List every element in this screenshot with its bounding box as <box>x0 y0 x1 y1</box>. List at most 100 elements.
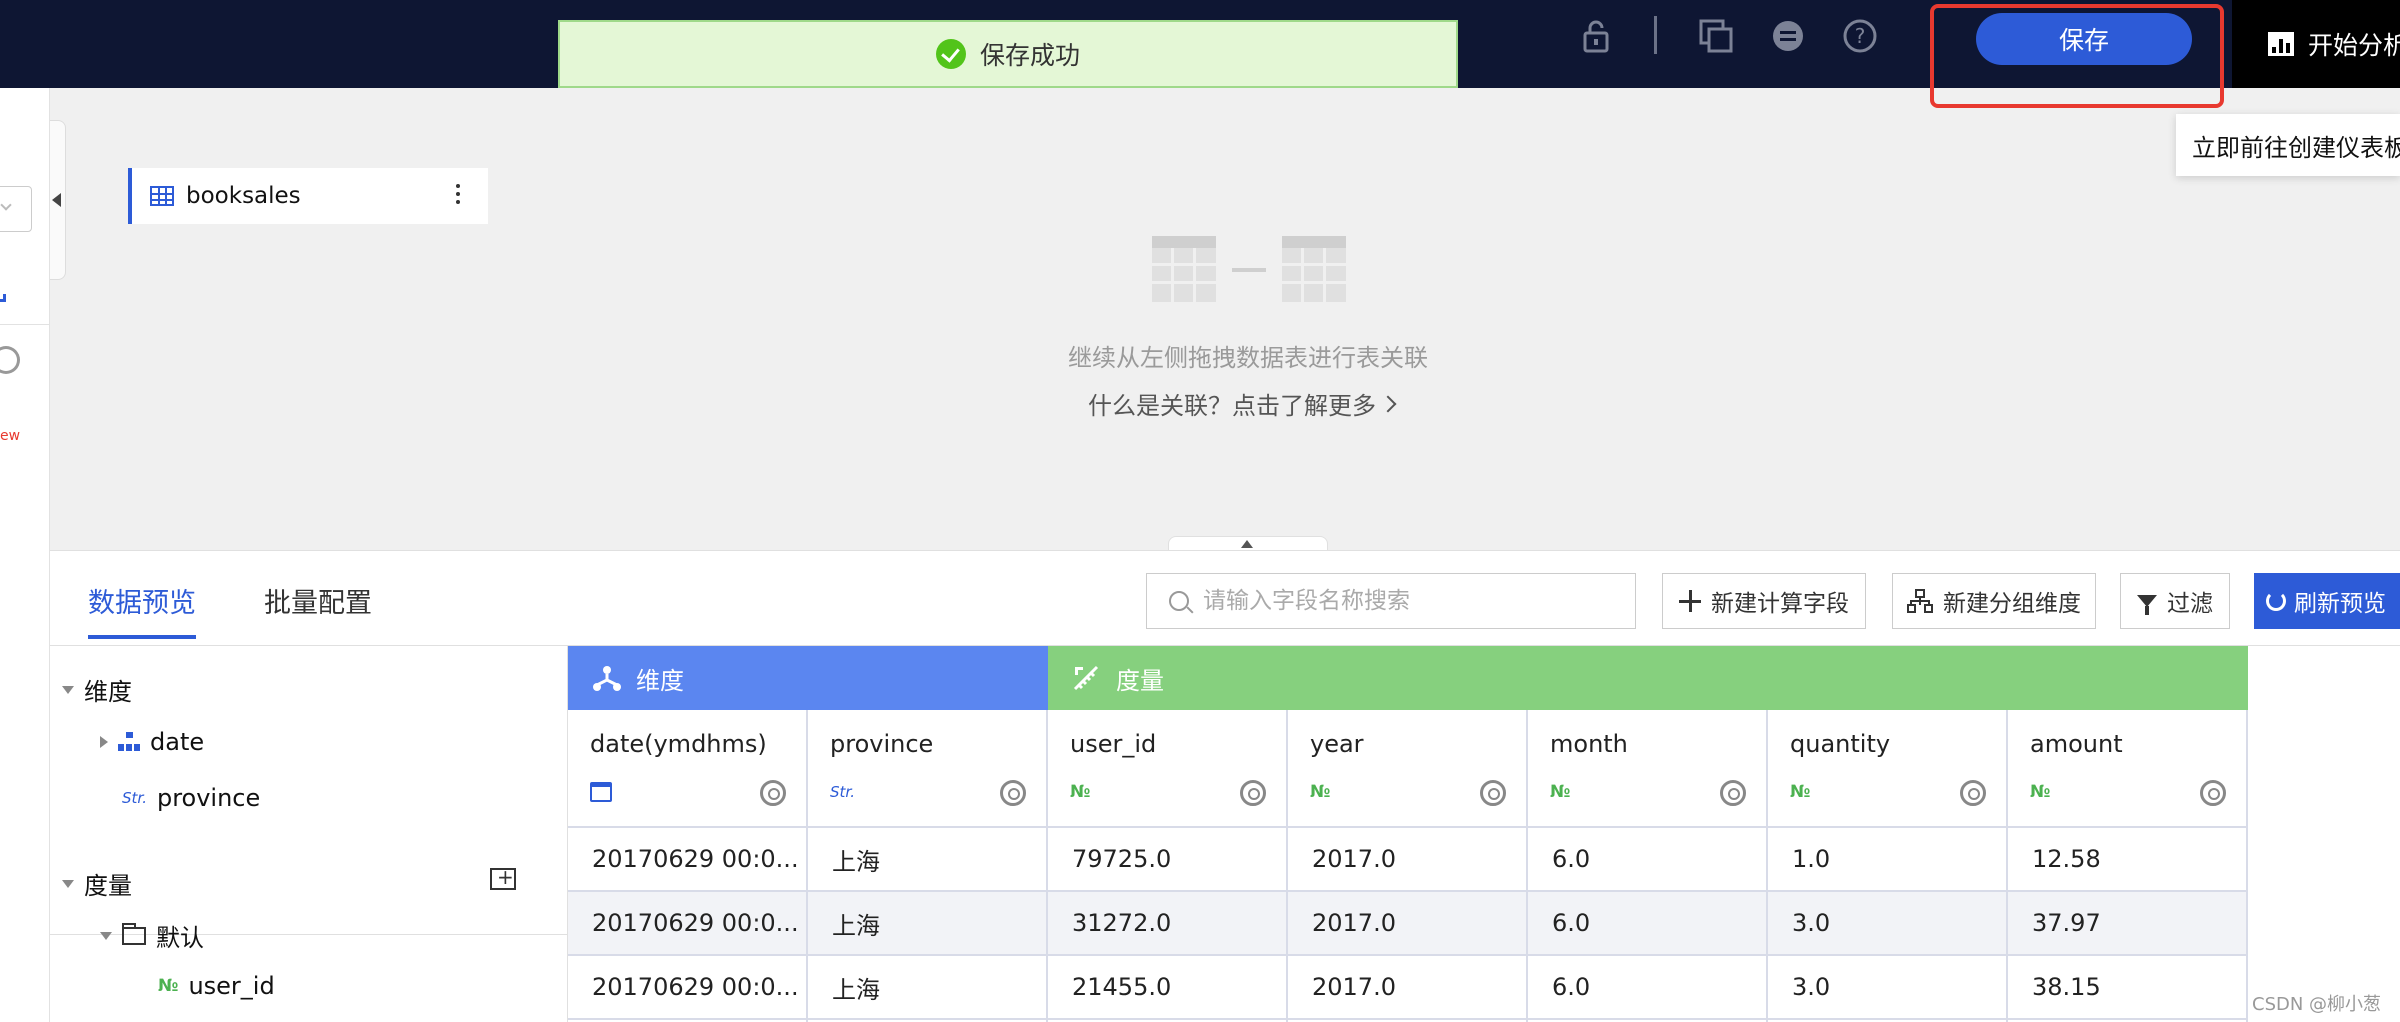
tree-item-user_id[interactable]: № user_id <box>158 972 275 1000</box>
table-cell: 上海 <box>808 828 1046 892</box>
column-header[interactable]: quantity № <box>1768 710 2006 828</box>
settings-icon[interactable] <box>1480 780 1506 806</box>
table-cell: 3.0 <box>1768 892 2006 956</box>
lock-icon[interactable] <box>1576 16 1616 56</box>
tree-item-label: province <box>156 784 261 812</box>
check-circle-icon <box>935 39 966 69</box>
filter-icon <box>2137 595 2157 615</box>
search-input[interactable] <box>1203 588 1603 614</box>
number-type-icon: № <box>158 976 179 996</box>
success-toast: 保存成功 <box>558 20 1458 88</box>
search-icon <box>1169 591 1189 611</box>
field-tree: 维度 date Str. province 度量 默认 № user_id <box>50 646 568 1022</box>
svg-text:?: ? <box>1855 24 1866 48</box>
refresh-icon[interactable] <box>0 346 20 374</box>
bar-chart-icon <box>2268 32 2294 56</box>
refresh-preview-button[interactable]: 刷新预览 <box>2254 573 2400 629</box>
column-name: amount <box>2030 730 2123 758</box>
tree-item-province[interactable]: Str. province <box>122 784 260 812</box>
table-cell: 20170629 00:0... <box>568 956 806 1020</box>
dataset-select[interactable] <box>0 186 32 232</box>
dimension-section-header[interactable]: 维度 <box>62 672 132 707</box>
new-calc-field-button[interactable]: 新建计算字段 <box>1662 573 1866 629</box>
start-analysis-button[interactable]: 开始分析 <box>2232 0 2400 88</box>
filter-label: 过滤 <box>2167 591 2213 617</box>
column-header[interactable]: date(ymdhms) <box>568 710 806 828</box>
settings-icon[interactable] <box>1240 780 1266 806</box>
copy-icon[interactable] <box>1696 16 1736 56</box>
tree-folder-default[interactable]: 默认 <box>100 918 204 953</box>
measure-section-header[interactable]: 度量 <box>62 866 132 901</box>
folder-label: 默认 <box>156 924 204 952</box>
add-folder-icon[interactable] <box>490 865 516 890</box>
grid-column: user_id № 79725.0 31272.0 21455.0 <box>1048 710 1288 1022</box>
column-header[interactable]: user_id № <box>1048 710 1286 828</box>
settings-icon[interactable] <box>1960 780 1986 806</box>
filter-button[interactable]: 过滤 <box>2120 573 2230 629</box>
data-preview-grid: 维度 度量 date(ymdhms) 20170629 00:0... 2017… <box>568 646 2248 1022</box>
column-header[interactable]: province Str. <box>808 710 1046 828</box>
more-options-icon[interactable] <box>456 184 460 204</box>
field-search[interactable] <box>1146 573 1636 629</box>
create-dashboard-tooltip[interactable]: 立即前往创建仪表板 <box>2176 114 2400 176</box>
table-cell: 12.58 <box>2008 828 2246 892</box>
caret-down-icon <box>100 931 112 940</box>
new-calc-field-label: 新建计算字段 <box>1711 591 1849 617</box>
divider <box>0 324 50 325</box>
tree-item-date[interactable]: date <box>100 728 204 756</box>
column-header[interactable]: month № <box>1528 710 1766 828</box>
grid-column: province Str. 上海 上海 上海 <box>808 710 1048 1022</box>
table-node-booksales[interactable]: booksales <box>128 168 488 224</box>
settings-icon[interactable] <box>760 780 786 806</box>
hierarchy-icon <box>118 732 140 752</box>
table-cell: 2017.0 <box>1288 892 1526 956</box>
measure-group-label: 度量 <box>1116 666 1164 695</box>
minus-circle-icon[interactable] <box>1768 16 1808 56</box>
settings-icon[interactable] <box>2200 780 2226 806</box>
new-group-dimension-button[interactable]: 新建分组维度 <box>1892 573 2096 629</box>
table-cell: 上海 <box>808 892 1046 956</box>
table-cell: 6.0 <box>1528 828 1766 892</box>
highlight-annotation <box>1930 4 2224 108</box>
join-line <box>1232 268 1266 272</box>
tree-item-label: user_id <box>188 972 275 1000</box>
table-cell: 1.0 <box>1768 828 2006 892</box>
caret-right-icon <box>100 736 108 748</box>
toast-message: 保存成功 <box>979 41 1080 70</box>
help-icon[interactable]: ? <box>1840 16 1880 56</box>
column-name: user_id <box>1070 730 1157 758</box>
grid-column: quantity № 1.0 3.0 3.0 <box>1768 710 2008 1022</box>
table-cell: 2017.0 <box>1288 828 1526 892</box>
settings-icon[interactable] <box>1000 780 1026 806</box>
column-header[interactable]: amount № <box>2008 710 2246 828</box>
column-name: year <box>1310 730 1364 758</box>
column-name: month <box>1550 730 1628 758</box>
corner-mark-icon <box>0 294 6 302</box>
learn-more-label: 什么是关联？点击了解更多 <box>1088 392 1376 420</box>
grid-column: year № 2017.0 2017.0 2017.0 <box>1288 710 1528 1022</box>
chevron-right-icon <box>1379 395 1397 412</box>
learn-more-link[interactable]: 什么是关联？点击了解更多 <box>1088 386 1397 421</box>
column-name: province <box>830 730 934 758</box>
data-panel: 数据预览 批量配置 新建计算字段 新建分组维度 过滤 刷新预览 维度 date … <box>50 550 2400 1022</box>
left-sidebar: ew <box>0 88 50 1022</box>
sidebar-collapse-toggle[interactable] <box>50 120 66 280</box>
caret-down-icon <box>62 879 74 888</box>
calendar-icon <box>590 782 612 802</box>
table-cell: 21455.0 <box>1048 956 1286 1020</box>
tab-data-preview[interactable]: 数据预览 <box>88 581 196 639</box>
table-cell: 20170629 00:0... <box>568 828 806 892</box>
table-cell: 20170629 00:0... <box>568 892 806 956</box>
table-cell: 37.97 <box>2008 892 2246 956</box>
settings-icon[interactable] <box>1720 780 1746 806</box>
join-hint: 继续从左侧拖拽数据表进行表关联 <box>1068 344 1428 372</box>
table-cell: 3.0 <box>1768 956 2006 1020</box>
new-group-dimension-label: 新建分组维度 <box>1943 591 2081 617</box>
dimension-group-label: 维度 <box>636 666 684 695</box>
panel-resize-handle[interactable] <box>1168 536 1328 550</box>
toolbar-divider <box>1654 16 1657 54</box>
grid-column: month № 6.0 6.0 6.0 <box>1528 710 1768 1022</box>
grid-column: date(ymdhms) 20170629 00:0... 20170629 0… <box>568 710 808 1022</box>
tab-batch-config[interactable]: 批量配置 <box>264 581 372 620</box>
column-header[interactable]: year № <box>1288 710 1526 828</box>
